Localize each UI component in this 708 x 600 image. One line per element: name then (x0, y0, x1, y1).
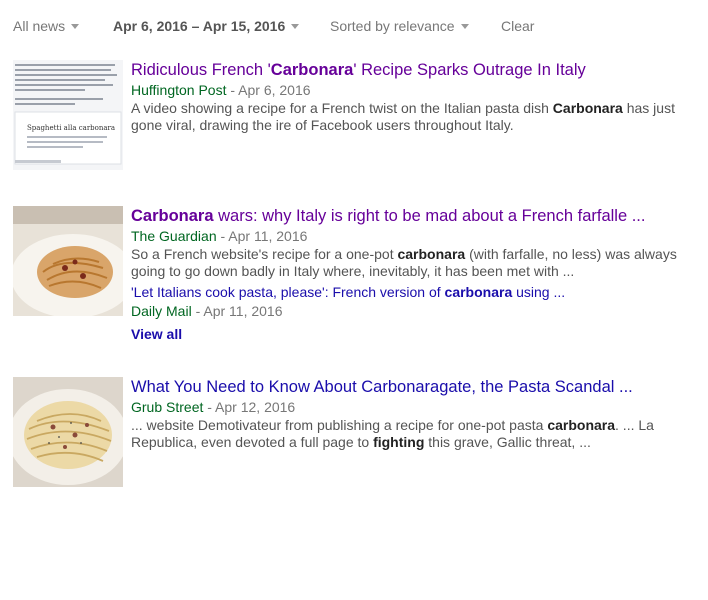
result-snippet: A video showing a recipe for a French tw… (131, 100, 675, 133)
sort-label: Sorted by relevance (330, 18, 455, 34)
related-article-link[interactable]: 'Let Italians cook pasta, please': Frenc… (131, 283, 681, 301)
view-all-link[interactable]: View all (131, 326, 681, 342)
related-source: Daily Mail (131, 303, 192, 319)
result-source: The Guardian (131, 228, 217, 244)
result-thumbnail[interactable]: Spaghetti alla carbonara (13, 60, 123, 170)
result-title-link[interactable]: Carbonara wars: why Italy is right to be… (131, 206, 681, 226)
result-meta: Huffington Post - Apr 6, 2016 (131, 81, 681, 99)
result-meta: The Guardian - Apr 11, 2016 (131, 227, 681, 245)
pasta-photo-image (13, 206, 123, 316)
chevron-down-icon (71, 24, 80, 29)
date-range-dropdown[interactable]: Apr 6, 2016 – Apr 15, 2016 (113, 18, 300, 34)
result-date: - Apr 11, 2016 (216, 228, 308, 244)
result-snippet: ... website Demotivateur from publishing… (131, 417, 654, 450)
facebook-post-thumbnail-image: Spaghetti alla carbonara (13, 60, 123, 170)
news-filter-dropdown[interactable]: All news (13, 18, 80, 34)
result-snippet: So a French website's recipe for a one-p… (131, 246, 677, 279)
result-date: - Apr 12, 2016 (203, 399, 296, 415)
news-filter-label: All news (13, 18, 66, 34)
clear-button[interactable]: Clear (501, 18, 534, 34)
result-title-link[interactable]: What You Need to Know About Carbonaragat… (131, 377, 681, 397)
sort-dropdown[interactable]: Sorted by relevance (330, 18, 469, 34)
result-thumbnail[interactable] (13, 206, 123, 316)
chevron-down-icon (460, 24, 469, 29)
result-title-link[interactable]: Ridiculous French 'Carbonara' Recipe Spa… (131, 60, 681, 80)
result-source: Grub Street (131, 399, 204, 415)
thumbnail-caption: Spaghetti alla carbonara (27, 124, 115, 132)
result-thumbnail[interactable] (13, 377, 123, 487)
result-date: - Apr 6, 2016 (226, 82, 311, 98)
carbonara-photo-image (13, 377, 123, 487)
result-meta: Grub Street - Apr 12, 2016 (131, 398, 681, 416)
related-date: - Apr 11, 2016 (191, 303, 283, 319)
related-article-meta: Daily Mail - Apr 11, 2016 (131, 302, 681, 320)
clear-label: Clear (501, 18, 535, 34)
chevron-down-icon (291, 24, 300, 29)
result-source: Huffington Post (131, 82, 227, 98)
date-range-label: Apr 6, 2016 – Apr 15, 2016 (113, 18, 286, 34)
